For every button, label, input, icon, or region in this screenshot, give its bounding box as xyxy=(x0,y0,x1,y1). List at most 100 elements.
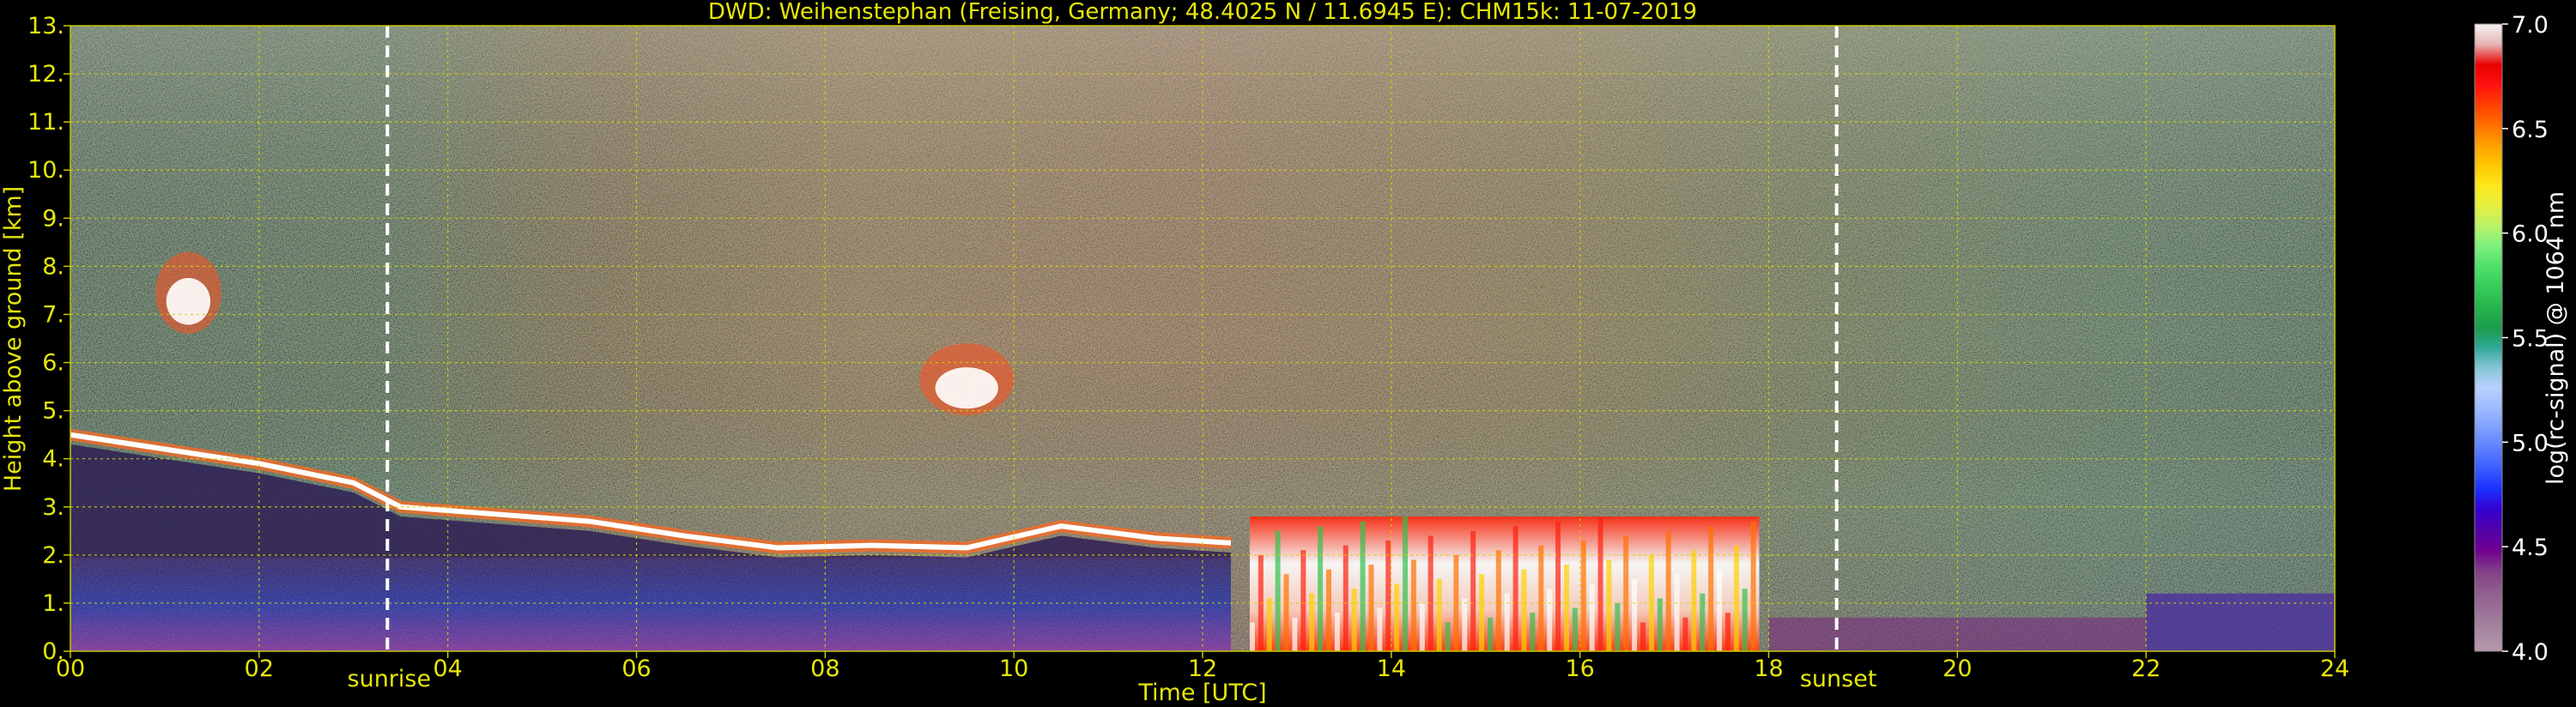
cloud-streak xyxy=(1521,569,1527,651)
x-axis-label: Time [UTC] xyxy=(1137,680,1266,706)
y-axis-label: Height above ground [km] xyxy=(0,186,27,492)
cloud-streak xyxy=(1368,565,1374,651)
y-tick-label: 13. xyxy=(27,13,64,39)
cloud-streak xyxy=(1589,583,1595,651)
cloud-streak xyxy=(1665,530,1671,651)
y-tick-label: 12. xyxy=(27,61,64,88)
cloud-streak xyxy=(1394,583,1400,651)
y-tick-label: 8. xyxy=(42,253,64,280)
cloud-streak xyxy=(1640,622,1646,651)
cloud-streak xyxy=(1266,598,1272,651)
upper-cloud-core xyxy=(166,277,211,325)
cloud-streak xyxy=(1479,574,1485,651)
cloud-streak xyxy=(1742,589,1748,651)
colorbar-scale xyxy=(2474,23,2503,652)
y-tick-label: 5. xyxy=(42,398,64,425)
cloud-streak xyxy=(1750,521,1756,651)
cloud-streak xyxy=(1360,521,1366,651)
cloud-streak xyxy=(1377,607,1383,651)
y-tick-label: 9. xyxy=(42,205,64,232)
cloud-streak xyxy=(1445,622,1451,651)
cloud-streak xyxy=(1512,526,1518,651)
cloud-streak xyxy=(1427,535,1433,651)
cloud-streak xyxy=(1530,613,1536,651)
cloud-streak xyxy=(1555,521,1561,651)
cloud-streak xyxy=(1580,541,1586,651)
cloud-streak xyxy=(1632,578,1638,651)
colorbar-label: log(rc-signal) @ 1064 nm xyxy=(2543,191,2569,485)
x-tick-label: 16 xyxy=(1565,656,1594,682)
cloud-streak xyxy=(1325,569,1331,651)
y-tick-label: 6. xyxy=(42,350,64,377)
x-tick-label: 22 xyxy=(2131,656,2161,682)
cloud-streak xyxy=(1504,593,1510,651)
colorbar-tick-label: 4.5 xyxy=(2512,535,2549,561)
cloud-streak xyxy=(1597,516,1603,651)
colorbar: 4.04.55.05.56.06.57.0 log(rc-signal) @ 1… xyxy=(2474,12,2569,666)
cloud-streak xyxy=(1615,602,1621,651)
cloud-streak xyxy=(1283,574,1289,651)
cloud-streak xyxy=(1682,617,1688,651)
cloud-streak xyxy=(1487,617,1493,651)
x-tick-label: 08 xyxy=(810,656,839,682)
cloud-streak xyxy=(1343,545,1349,651)
cloud-streak xyxy=(1674,574,1680,651)
upper-cloud-core xyxy=(935,367,998,409)
residual-layer-noise xyxy=(70,557,1231,651)
cloud-streak xyxy=(1403,516,1409,651)
lidar-chart-canvas: sunrise sunset 00 02 04 06 08 10 12 14 16 18 20 22 24… xyxy=(0,0,2576,707)
cloud-streak xyxy=(1351,589,1357,651)
y-tick-label: 11. xyxy=(27,109,64,136)
cloud-streak xyxy=(1410,559,1416,651)
cloud-streak xyxy=(1249,622,1255,651)
y-tick-label: 7. xyxy=(42,301,64,328)
sunset-label: sunset xyxy=(1800,666,1877,692)
night-aerosol-layer xyxy=(2146,593,2335,651)
cloud-streak xyxy=(1309,593,1315,651)
cloud-streak xyxy=(1334,613,1340,651)
cloud-streak xyxy=(1300,550,1306,651)
cloud-streak xyxy=(1436,578,1442,651)
cloud-streak xyxy=(1657,598,1663,651)
y-tick-label: 10. xyxy=(27,157,64,184)
y-tick-label: 1. xyxy=(42,590,64,617)
cloud-streak xyxy=(1470,530,1476,651)
cloud-streak xyxy=(1495,550,1501,651)
colorbar-ticks: 4.04.55.05.56.06.57.0 xyxy=(2502,12,2549,666)
chart-title: DWD: Weihenstephan (Freising, Germany; 4… xyxy=(708,0,1697,25)
cloud-streak xyxy=(1547,589,1553,651)
cloud-streak xyxy=(1733,545,1739,651)
sunrise-label: sunrise xyxy=(348,666,432,692)
x-tick-label: 06 xyxy=(621,656,651,682)
cloud-streak xyxy=(1691,550,1697,651)
cloud-streak xyxy=(1275,530,1281,651)
x-tick-label: 18 xyxy=(1754,656,1783,682)
x-tick-label: 10 xyxy=(999,656,1028,682)
y-axis: 0. 1. 2. 3. 4. 5. 6. 7. 8. 9. 10. 11. 12. 13. xyxy=(27,13,70,665)
lidar-backscatter-chart: sunrise sunset 00 02 04 06 08 10 12 14 16 18 20 22 24… xyxy=(0,0,2569,706)
cloud-streak xyxy=(1538,545,1544,651)
cloud-streak xyxy=(1292,617,1298,651)
cloud-streak xyxy=(1318,526,1324,651)
y-tick-label: 3. xyxy=(42,494,64,521)
y-tick-label: 2. xyxy=(42,542,64,569)
cloud-streak xyxy=(1462,598,1468,651)
x-tick-label: 24 xyxy=(2320,656,2349,682)
cloud-streak xyxy=(1606,559,1612,651)
cloud-streak xyxy=(1563,565,1569,651)
cloud-streak xyxy=(1724,613,1730,651)
x-tick-label: 12 xyxy=(1188,656,1217,682)
cloud-streak xyxy=(1419,602,1425,651)
cloud-streak xyxy=(1700,593,1706,651)
cloud-streak xyxy=(1708,526,1714,651)
colorbar-tick-label: 4.0 xyxy=(2512,639,2549,666)
colorbar-tick-label: 6.5 xyxy=(2512,117,2549,143)
x-tick-label: 14 xyxy=(1377,656,1406,682)
y-tick-label: 0. xyxy=(42,638,64,665)
x-tick-label: 20 xyxy=(1943,656,1972,682)
x-tick-label: 02 xyxy=(245,656,274,682)
y-tick-label: 4. xyxy=(42,446,64,473)
cloud-streak xyxy=(1385,541,1391,651)
cloud-streak xyxy=(1717,569,1723,651)
cloud-streak xyxy=(1623,535,1629,651)
